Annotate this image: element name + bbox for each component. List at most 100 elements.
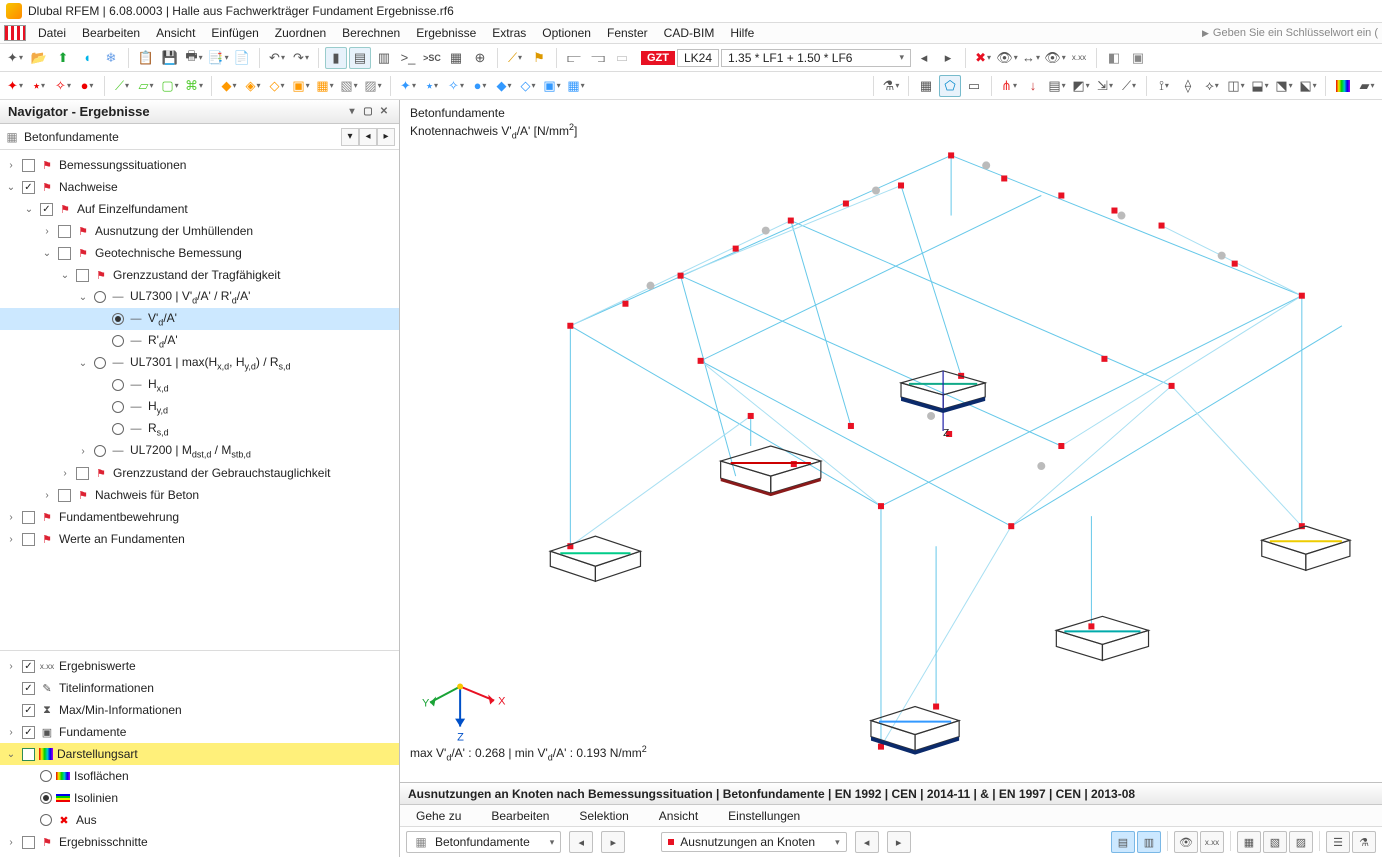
palette[interactable]: ▰ <box>1356 75 1378 97</box>
dock-menu-edit[interactable]: Bearbeiten <box>483 807 557 825</box>
menu-datei[interactable]: Datei <box>30 24 74 42</box>
panel2-button[interactable]: ▤ <box>349 47 371 69</box>
menu-einfuegen[interactable]: Einfügen <box>203 24 266 42</box>
cube-button[interactable]: ◧ <box>1103 47 1125 69</box>
eye1-button[interactable]: 👁 <box>996 47 1018 69</box>
load6[interactable]: ◇ <box>517 75 539 97</box>
view-iso[interactable]: ⬠ <box>939 75 961 97</box>
dock-combo-result[interactable]: Ausnutzungen an Knoten ▾ <box>661 832 846 852</box>
dock-tool-2[interactable]: ▥ <box>1137 831 1161 853</box>
load7[interactable]: ▣ <box>541 75 563 97</box>
dock-tool-grid1[interactable]: ▦ <box>1237 831 1261 853</box>
dock-menu-view[interactable]: Ansicht <box>651 807 706 825</box>
view-proj[interactable]: ▭ <box>963 75 985 97</box>
tree-isolinien[interactable]: Isolinien <box>74 791 118 805</box>
cloud-button[interactable]: ◖ <box>76 47 98 69</box>
dock-prev1[interactable]: ◂ <box>569 831 593 853</box>
subheader-dropdown[interactable]: ▾ <box>341 128 359 146</box>
tree-ergebnisschnitte[interactable]: Ergebnisschnitte <box>59 835 148 849</box>
tree-auf-einzelfundament[interactable]: Auf Einzelfundament <box>77 202 188 216</box>
app-logo-icon[interactable] <box>4 25 26 41</box>
load5[interactable]: ◆ <box>493 75 515 97</box>
tree-nachweis-beton[interactable]: Nachweis für Beton <box>95 488 199 502</box>
res5[interactable]: ⇲ <box>1094 75 1116 97</box>
cube2-button[interactable]: ▣ <box>1127 47 1149 69</box>
res4[interactable]: ◩ <box>1070 75 1092 97</box>
filter-pin-button[interactable]: ✖ <box>972 47 994 69</box>
menu-optionen[interactable]: Optionen <box>534 24 599 42</box>
measure-button[interactable]: ⟋ <box>504 47 526 69</box>
color-scale[interactable] <box>1332 75 1354 97</box>
sup3[interactable]: ⟡ <box>1201 75 1223 97</box>
tree-darstellungsart[interactable]: Darstellungsart <box>57 747 138 761</box>
navigator-maximize-icon[interactable]: ▢ <box>361 105 375 119</box>
upload-button[interactable]: ⬆ <box>52 47 74 69</box>
dock-menu-selection[interactable]: Selektion <box>571 807 636 825</box>
subheader-prev[interactable]: ◂ <box>359 128 377 146</box>
sup2[interactable]: ⟠ <box>1177 75 1199 97</box>
tree-ul7300[interactable]: UL7300 | V'd/A' / R'd/A' <box>130 289 250 305</box>
panel3-button[interactable]: ▥ <box>373 47 395 69</box>
tree-hxd[interactable]: Hx,d <box>148 377 169 393</box>
navigator-close-icon[interactable]: ✕ <box>377 105 391 119</box>
member-tool[interactable]: ⟋ <box>111 75 133 97</box>
dock-combo-module[interactable]: ▦ Betonfundamente ▾ <box>406 831 561 853</box>
tree-ul7301[interactable]: UL7301 | max(Hx,d, Hy,d) / Rs,d <box>130 355 291 371</box>
panel1-button[interactable]: ▮ <box>325 47 347 69</box>
menu-cad-bim[interactable]: CAD-BIM <box>656 24 723 42</box>
tool-e[interactable]: ▦ <box>314 75 336 97</box>
tree-ergebniswerte[interactable]: Ergebniswerte <box>59 659 136 673</box>
menu-extras[interactable]: Extras <box>484 24 534 42</box>
result-tree[interactable]: ›⚑Bemessungssituationen ⌄⚑Nachweise ⌄⚑Au… <box>0 150 399 650</box>
webservice-button[interactable]: ⊕ <box>469 47 491 69</box>
dock-menu-goto[interactable]: Gehe zu <box>408 807 469 825</box>
tool-g[interactable]: ▨ <box>362 75 384 97</box>
load4[interactable]: ● <box>469 75 491 97</box>
tree-bemessungssituationen[interactable]: Bemessungssituationen <box>59 158 186 172</box>
dock-tool-1[interactable]: ▤ <box>1111 831 1135 853</box>
undo-button[interactable]: ↶ <box>266 47 288 69</box>
print-button[interactable]: 🖶 <box>183 47 205 69</box>
sup7[interactable]: ⬕ <box>1297 75 1319 97</box>
tool-b[interactable]: ◈ <box>242 75 264 97</box>
menu-ansicht[interactable]: Ansicht <box>148 24 203 42</box>
dock-tool-filter2[interactable]: ⚗ <box>1352 831 1376 853</box>
dock-next1[interactable]: ▸ <box>601 831 625 853</box>
tree-rsd[interactable]: Rs,d <box>148 421 169 437</box>
eye2-button[interactable]: 👁 <box>1044 47 1066 69</box>
menu-hilfe[interactable]: Hilfe <box>722 24 762 42</box>
load3[interactable]: ✧ <box>445 75 467 97</box>
console-button[interactable]: >_ <box>397 47 419 69</box>
menu-bearbeiten[interactable]: Bearbeiten <box>74 24 148 42</box>
tree-hyd[interactable]: Hy,d <box>148 399 168 415</box>
tool-c[interactable]: ◇ <box>266 75 288 97</box>
tree-ausnutzung-umhuellende[interactable]: Ausnutzung der Umhüllenden <box>95 224 253 238</box>
tree-aus[interactable]: Aus <box>76 813 97 827</box>
load8[interactable]: ▦ <box>565 75 587 97</box>
search-hint[interactable]: Geben Sie ein Schlüsselwort ein ( <box>1202 27 1378 39</box>
dock-tool-grid3[interactable]: ▨ <box>1289 831 1313 853</box>
plausibility-button[interactable]: ⚑ <box>528 47 550 69</box>
tree-titelinformationen[interactable]: Titelinformationen <box>59 681 154 695</box>
display-options-tree[interactable]: ›x.xxErgebniswerte ·✎Titelinformationen … <box>0 650 399 857</box>
dock-tool-xxx[interactable]: x.xx <box>1200 831 1224 853</box>
res3[interactable]: ▤ <box>1046 75 1068 97</box>
tool-d[interactable]: ▣ <box>290 75 312 97</box>
tree-isoflaechen[interactable]: Isoflächen <box>74 769 129 783</box>
load2[interactable]: ٭ <box>421 75 443 97</box>
surface-tool[interactable]: ▱ <box>135 75 157 97</box>
tree-ul7200[interactable]: UL7200 | Mdst,d / Mstb,d <box>130 443 251 459</box>
sup4[interactable]: ◫ <box>1225 75 1247 97</box>
model-viewport[interactable]: Betonfundamente Knotennachweis V'd/A' [N… <box>400 100 1382 857</box>
redo-button[interactable]: ↷ <box>290 47 312 69</box>
report-button[interactable]: 📑 <box>207 47 229 69</box>
opening-tool[interactable]: ⌘ <box>183 75 205 97</box>
panel5-button[interactable]: ▦ <box>445 47 467 69</box>
tree-nachweise[interactable]: Nachweise <box>59 180 118 194</box>
tool-a[interactable]: ◆ <box>218 75 240 97</box>
loadcase-label[interactable]: LK24 <box>677 49 719 67</box>
script-button[interactable]: >SC <box>421 47 443 69</box>
dock-prev2[interactable]: ◂ <box>855 831 879 853</box>
dock-tool-grid2[interactable]: ▧ <box>1263 831 1287 853</box>
tree-grenzzustand-gebrauch[interactable]: Grenzzustand der Gebrauchstauglichkeit <box>113 466 330 480</box>
